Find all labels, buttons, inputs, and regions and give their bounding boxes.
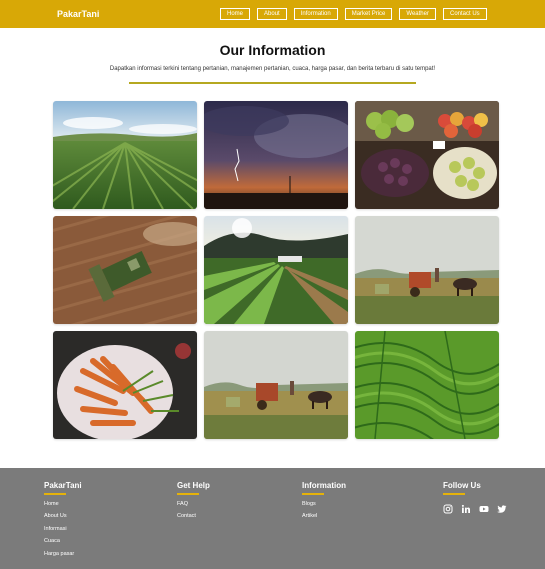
footer-underline [177, 493, 199, 495]
nav-weather[interactable]: Weather [399, 8, 436, 20]
footer-col-brand: PakarTani Home About Us Informasi Cuaca … [44, 481, 82, 563]
footer-link-blogs[interactable]: Blogs [302, 501, 346, 507]
social-links [443, 501, 507, 513]
nav-market-price[interactable]: Market Price [344, 8, 393, 20]
footer-col-information: Information Blogs Artikel [302, 481, 346, 526]
photo-carrots-bag[interactable] [53, 331, 197, 439]
nav-menu: Home About Information Market Price Weat… [220, 8, 487, 20]
footer-link-home[interactable]: Home [44, 501, 82, 507]
photo-market-produce[interactable] [355, 101, 499, 209]
footer-col-follow: Follow Us [443, 481, 507, 513]
nav-home[interactable]: Home [220, 8, 251, 20]
footer-link-artikel[interactable]: Artikel [302, 513, 346, 519]
info-gallery [53, 101, 499, 439]
photo-oxcart-harvest[interactable] [355, 216, 499, 324]
top-navbar: PakarTani Home About Information Market … [0, 0, 545, 28]
footer-link-cuaca[interactable]: Cuaca [44, 538, 82, 544]
photo-harvester-aerial[interactable] [53, 216, 197, 324]
footer-col-help: Get Help FAQ Contact [177, 481, 210, 526]
footer-help-title: Get Help [177, 481, 210, 490]
photo-terraced-fields[interactable] [355, 331, 499, 439]
footer-information-title: Information [302, 481, 346, 490]
nav-contact-us[interactable]: Contact Us [442, 8, 487, 20]
footer-brand-title: PakarTani [44, 481, 82, 490]
site-footer: PakarTani Home About Us Informasi Cuaca … [0, 468, 545, 569]
brand-logo[interactable]: PakarTani [57, 9, 99, 19]
nav-information[interactable]: Information [293, 8, 338, 20]
photo-green-crop-field[interactable] [53, 101, 197, 209]
section-title: Our Information [219, 42, 326, 58]
youtube-icon[interactable] [479, 501, 489, 512]
instagram-icon[interactable] [443, 501, 453, 513]
linkedin-icon[interactable] [461, 501, 471, 513]
footer-link-about-us[interactable]: About Us [44, 513, 82, 519]
photo-oxcart-harvest-2[interactable] [204, 331, 348, 439]
footer-follow-title: Follow Us [443, 481, 481, 490]
title-divider [129, 82, 416, 84]
section-subtitle: Dapatkan informasi terkini tentang perta… [109, 66, 436, 72]
nav-about[interactable]: About [257, 8, 287, 20]
footer-link-informasi[interactable]: Informasi [44, 526, 82, 532]
footer-underline [302, 493, 324, 495]
footer-underline [443, 493, 465, 495]
footer-underline [44, 493, 66, 495]
photo-lightning-storm[interactable] [204, 101, 348, 209]
footer-link-contact[interactable]: Contact [177, 513, 210, 519]
footer-link-harga-pasar[interactable]: Harga pasar [44, 551, 82, 557]
photo-vegetable-rows[interactable] [204, 216, 348, 324]
footer-link-faq[interactable]: FAQ [177, 501, 210, 507]
twitter-icon[interactable] [497, 501, 507, 513]
